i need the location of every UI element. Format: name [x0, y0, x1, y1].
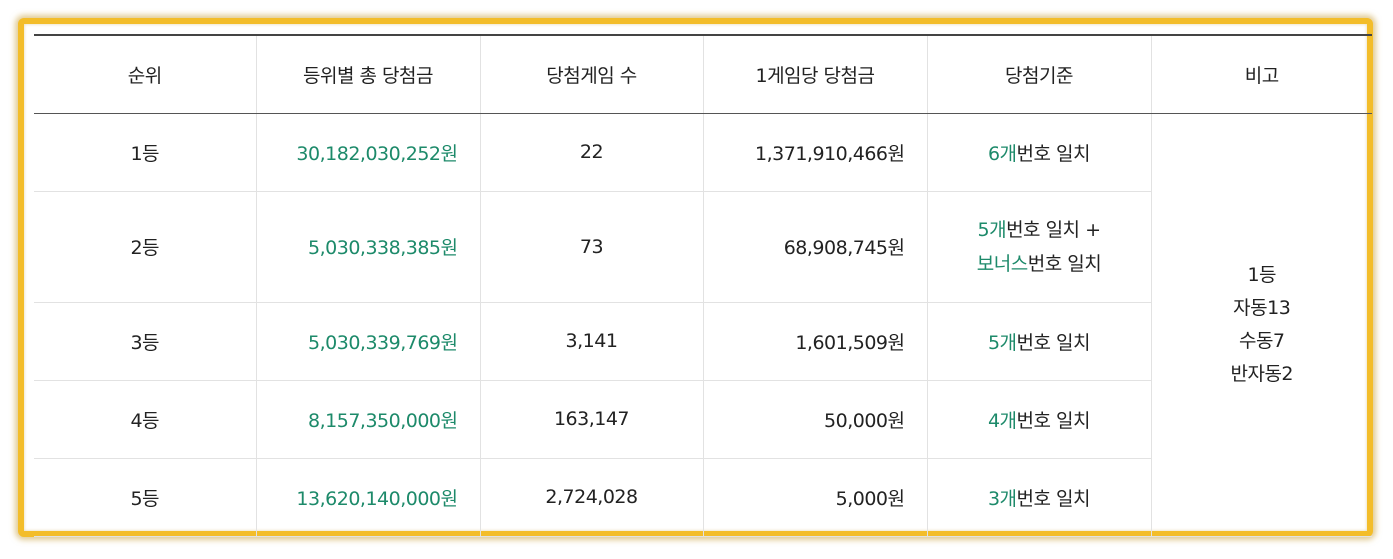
bonus-label: 보너스 [976, 252, 1028, 275]
rank-cell: 2등 [34, 191, 256, 303]
winning-games-cell: 163,147 [479, 380, 703, 459]
winning-games-cell: 73 [479, 191, 703, 303]
prize-per-game-cell: 1,371,910,466원 [702, 113, 927, 192]
header-prize-per-game: 1게임당 당첨금 [702, 34, 927, 114]
match-text: 번호 일치 [1016, 409, 1091, 432]
criteria-cell: 5개번호 일치 [926, 302, 1151, 381]
header-total-prize: 등위별 총 당첨금 [255, 34, 480, 114]
header-note: 비고 [1150, 34, 1372, 114]
rank-cell: 4등 [34, 380, 256, 459]
match-text: 번호 일치 [1016, 331, 1091, 354]
table-row: 1등 30,182,030,252원 22 1,371,910,466원 6개번… [34, 113, 1372, 537]
criteria-cell: 4개번호 일치 [926, 380, 1151, 459]
criteria-cell: 5개번호 일치 + 보너스번호 일치 [926, 191, 1151, 303]
header-criteria: 당첨기준 [926, 34, 1151, 114]
results-panel-frame: 순위 등위별 총 당첨금 당첨게임 수 1게임당 당첨금 당첨기준 비고 1등 … [18, 18, 1373, 537]
table-header-row: 순위 등위별 총 당첨금 당첨게임 수 1게임당 당첨금 당첨기준 비고 [34, 34, 1372, 114]
prize-per-game-cell: 50,000원 [702, 380, 927, 459]
bonus-match-text: 번호 일치 [1027, 252, 1102, 275]
match-count: 5개 [987, 331, 1017, 354]
rank-cell: 5등 [34, 458, 256, 537]
lotto-prize-table: 순위 등위별 총 당첨금 당첨게임 수 1게임당 당첨금 당첨기준 비고 1등 … [34, 34, 1372, 537]
total-prize-cell: 13,620,140,000원 [255, 458, 480, 537]
match-text: 번호 일치 [1016, 487, 1091, 510]
prize-per-game-cell: 5,000원 [702, 458, 927, 537]
match-text: 번호 일치 [1016, 142, 1091, 165]
total-prize-cell: 5,030,338,385원 [255, 191, 480, 303]
header-winning-games: 당첨게임 수 [479, 34, 703, 114]
note-line: 수동7 [1238, 329, 1285, 352]
prize-per-game-cell: 1,601,509원 [702, 302, 927, 381]
total-prize-cell: 8,157,350,000원 [255, 380, 480, 459]
rank-cell: 3등 [34, 302, 256, 381]
note-cell: 1등 자동13 수동7 반자동2 [1150, 113, 1372, 537]
winning-games-cell: 2,724,028 [479, 458, 703, 537]
criteria-cell: 6개번호 일치 [926, 113, 1151, 192]
note-line: 자동13 [1233, 296, 1291, 319]
match-count: 3개 [987, 487, 1017, 510]
note-line: 1등 [1247, 263, 1277, 286]
match-count: 4개 [987, 409, 1017, 432]
prize-per-game-cell: 68,908,745원 [702, 191, 927, 303]
winning-games-cell: 22 [479, 113, 703, 192]
total-prize-cell: 30,182,030,252원 [255, 113, 480, 192]
rank-cell: 1등 [34, 113, 256, 192]
total-prize-cell: 5,030,339,769원 [255, 302, 480, 381]
criteria-cell: 3개번호 일치 [926, 458, 1151, 537]
header-rank: 순위 [34, 34, 256, 114]
note-line: 반자동2 [1230, 362, 1294, 385]
match-count: 6개 [987, 142, 1017, 165]
match-text: 번호 일치 + [1006, 218, 1101, 241]
winning-games-cell: 3,141 [479, 302, 703, 381]
match-count: 5개 [977, 218, 1007, 241]
